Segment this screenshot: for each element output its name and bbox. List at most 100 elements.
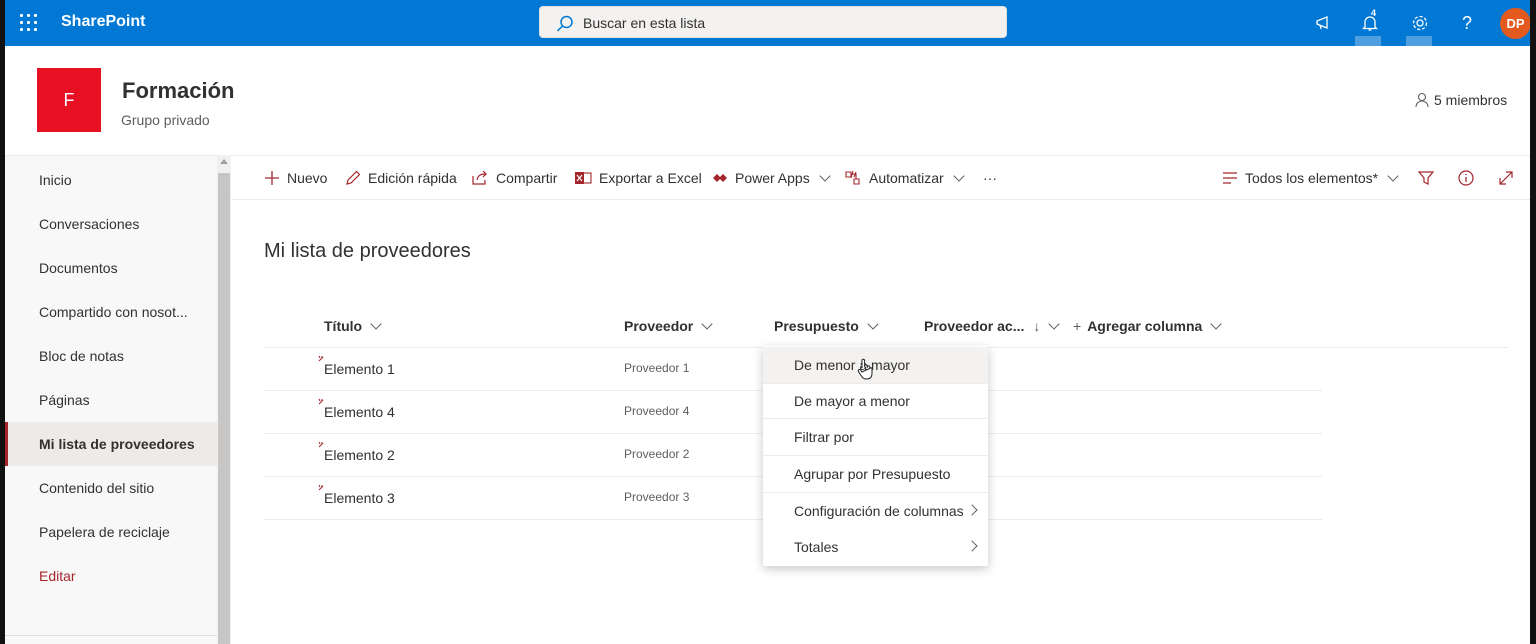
column-context-menu: De menor a mayor De mayor a menor Filtra… (763, 346, 988, 566)
nav-item-compartido[interactable]: Compartido con nosot... (5, 290, 217, 334)
chevron-down-icon (1210, 317, 1222, 330)
add-column-label: Agregar columna (1087, 318, 1203, 334)
item-provider: Proveedor 1 (624, 361, 690, 375)
power-apps-icon (713, 174, 727, 182)
notifications-indicator (1355, 36, 1381, 46)
chevron-right-icon (966, 504, 978, 516)
chevron-down-icon (1387, 169, 1399, 182)
nav-item-paginas[interactable]: Páginas (5, 378, 217, 422)
share-icon (472, 170, 487, 185)
power-apps-button[interactable]: Power Apps (712, 167, 831, 189)
sort-down-arrow-icon: ↓ (1033, 318, 1041, 334)
info-icon[interactable] (1458, 167, 1474, 189)
expand-icon[interactable] (1498, 167, 1514, 189)
site-title[interactable]: Formación (122, 78, 234, 104)
chevron-down-icon (370, 317, 382, 330)
filter-icon[interactable] (1418, 167, 1434, 189)
site-logo[interactable]: F (37, 68, 101, 132)
chevron-right-icon (966, 540, 978, 552)
hand-cursor-icon (857, 358, 873, 380)
automate-icon (845, 170, 860, 185)
command-bar: Nuevo Edición rápida Compartir Exportar … (231, 155, 1530, 200)
column-header-label: Proveedor (624, 318, 694, 334)
nav-item-inicio[interactable]: Inicio (5, 158, 217, 202)
menu-item-sort-descending[interactable]: De mayor a menor (763, 383, 988, 419)
nav-item-bloc-de-notas[interactable]: Bloc de notas (5, 334, 217, 378)
left-navigation: Inicio Conversaciones Documentos Compart… (5, 155, 217, 644)
item-provider: Proveedor 2 (624, 447, 690, 461)
search-box[interactable] (539, 6, 1007, 38)
menu-item-filter-by[interactable]: Filtrar por (763, 419, 988, 455)
scrollbar-thumb[interactable] (218, 173, 230, 644)
excel-icon (575, 172, 592, 184)
search-input[interactable] (583, 13, 983, 33)
automate-button[interactable]: Automatizar (844, 167, 965, 189)
new-label: Nuevo (287, 170, 328, 186)
nav-divider (5, 635, 217, 636)
settings-gear-icon[interactable] (1408, 11, 1432, 35)
menu-item-sort-ascending[interactable]: De menor a mayor (763, 347, 988, 383)
notifications-bell-icon[interactable]: 4 (1358, 8, 1382, 35)
nav-scrollbar[interactable] (217, 155, 231, 644)
more-options-button[interactable]: ··· (983, 167, 997, 189)
settings-indicator (1406, 36, 1432, 46)
nav-item-contenido-del-sitio[interactable]: Contenido del sitio (5, 466, 217, 510)
nav-item-papelera[interactable]: Papelera de reciclaje (5, 510, 217, 554)
plus-icon: + (1073, 318, 1082, 334)
quick-edit-button[interactable]: Edición rápida (345, 167, 457, 189)
column-header-proveedor[interactable]: Proveedor (624, 316, 713, 336)
site-subtitle: Grupo privado (121, 112, 210, 128)
column-header-label: Presupuesto (774, 318, 859, 334)
nav-edit-link[interactable]: Editar (5, 554, 217, 598)
window-frame-left (0, 0, 5, 644)
view-list-icon (1223, 172, 1237, 184)
chevron-down-icon (1048, 317, 1061, 330)
column-header-proveedor-act[interactable]: Proveedor ac... ↓ (924, 316, 1061, 336)
nav-item-conversaciones[interactable]: Conversaciones (5, 202, 217, 246)
menu-item-group-by[interactable]: Agrupar por Presupuesto (763, 456, 988, 492)
item-provider: Proveedor 3 (624, 490, 690, 504)
column-header-presupuesto[interactable]: Presupuesto (774, 316, 879, 336)
chevron-down-icon (867, 317, 879, 330)
window-frame-right (1530, 0, 1536, 644)
item-provider: Proveedor 4 (624, 404, 690, 418)
view-selector[interactable]: Todos los elementos* (1222, 167, 1399, 189)
nav-item-mi-lista-de-proveedores[interactable]: Mi lista de proveedores (5, 422, 217, 466)
chevron-down-icon (953, 169, 965, 182)
scroll-up-icon[interactable] (220, 159, 228, 164)
notifications-count: 4 (1371, 8, 1377, 18)
menu-item-label: Configuración de columnas (794, 503, 964, 519)
item-title[interactable]: Elemento 4 (324, 404, 395, 420)
plus-icon (265, 171, 279, 185)
share-label: Compartir (496, 170, 558, 186)
export-excel-label: Exportar a Excel (599, 170, 702, 186)
person-icon (1415, 92, 1429, 108)
add-column-button[interactable]: + Agregar columna (1073, 316, 1222, 336)
quick-edit-label: Edición rápida (368, 170, 457, 186)
menu-item-column-settings[interactable]: Configuración de columnas (763, 493, 988, 529)
app-name[interactable]: SharePoint (61, 13, 145, 31)
help-icon[interactable]: ? (1455, 11, 1479, 35)
members-button[interactable]: 5 miembros (1414, 92, 1507, 108)
item-title[interactable]: Elemento 1 (324, 361, 395, 377)
chevron-down-icon (701, 317, 713, 330)
members-label: 5 miembros (1434, 92, 1508, 108)
column-header-label: Proveedor ac... (924, 318, 1025, 334)
menu-item-totals[interactable]: Totales (763, 529, 988, 565)
chevron-down-icon (819, 169, 831, 182)
item-title[interactable]: Elemento 2 (324, 447, 395, 463)
app-launcher-icon[interactable] (20, 14, 38, 32)
nav-item-documentos[interactable]: Documentos (5, 246, 217, 290)
megaphone-icon[interactable] (1312, 11, 1336, 35)
user-avatar[interactable]: DP (1500, 8, 1531, 39)
pencil-icon (346, 170, 361, 185)
new-button[interactable]: Nuevo (264, 167, 327, 189)
list-title: Mi lista de proveedores (264, 240, 471, 262)
automate-label: Automatizar (869, 170, 944, 186)
column-header-titulo[interactable]: Título (324, 316, 382, 336)
export-excel-button[interactable]: Exportar a Excel (574, 167, 702, 189)
share-button[interactable]: Compartir (471, 167, 557, 189)
menu-item-label: Totales (794, 539, 839, 555)
column-header-label: Título (324, 318, 363, 334)
item-title[interactable]: Elemento 3 (324, 490, 395, 506)
